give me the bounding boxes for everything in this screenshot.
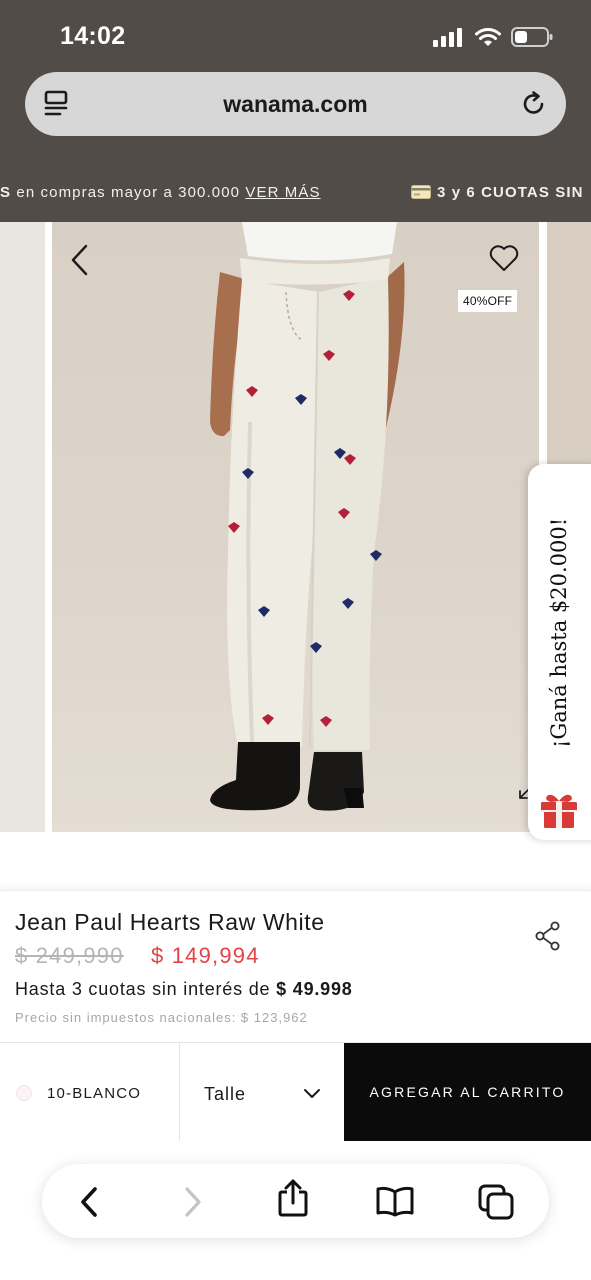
gift-icon[interactable] (538, 792, 580, 835)
side-promo-text[interactable]: ¡Ganá hasta $20.000! (547, 488, 577, 778)
chevron-left-icon[interactable] (70, 244, 90, 281)
back-icon[interactable] (69, 1182, 109, 1222)
installments-text: Hasta 3 cuotas sin interés de (15, 979, 277, 999)
battery-icon (511, 27, 553, 47)
status-icons (433, 26, 553, 48)
product-info: Jean Paul Hearts Raw White $ 249,990 $ 1… (0, 890, 591, 1042)
add-to-cart-button[interactable]: AGREGAR AL CARRITO (344, 1043, 591, 1141)
side-promo-tab[interactable]: ¡Ganá hasta $20.000! (528, 464, 591, 840)
status-time: 14:02 (60, 22, 126, 50)
installments-info: Hasta 3 cuotas sin interés de $ 49.998 (15, 979, 353, 1000)
promo-message: S en compras mayor a 300.000 VER MÁS (0, 184, 321, 201)
wifi-icon (475, 28, 501, 46)
share-icon[interactable] (273, 1178, 313, 1218)
address-bar[interactable]: wanama.com (25, 72, 566, 136)
promo-strip: S en compras mayor a 300.000 VER MÁS 3 y… (0, 182, 591, 208)
installments-amount: $ 49.998 (276, 979, 353, 999)
original-price: $ 249,990 (15, 943, 124, 968)
product-title: Jean Paul Hearts Raw White (15, 909, 325, 935)
browser-toolbar (42, 1164, 549, 1238)
size-label[interactable]: Talle (204, 1084, 246, 1105)
forward-icon[interactable] (173, 1182, 213, 1222)
discount-badge: 40%OFF (458, 290, 518, 312)
bookmarks-icon[interactable] (375, 1182, 415, 1222)
previous-image-peek[interactable] (0, 222, 45, 832)
chevron-down-icon[interactable] (303, 1087, 321, 1105)
product-image[interactable]: 40%OFF (52, 222, 539, 832)
color-label[interactable]: 10-BLANCO (47, 1085, 141, 1102)
purchase-bar: 10-BLANCO Talle AGREGAR AL CARRITO (0, 1042, 591, 1141)
product-photo (210, 222, 405, 811)
reload-icon[interactable] (520, 90, 548, 123)
heart-icon[interactable] (489, 244, 519, 277)
tabs-icon[interactable] (476, 1182, 516, 1222)
sale-price: $ 149,994 (151, 943, 260, 968)
promo-text: en compras mayor a 300.000 (11, 184, 246, 201)
browser-chrome: 14:02 wanama.com S en compras mayor a 30… (0, 0, 591, 222)
credit-card-icon (411, 185, 431, 203)
promo-more-link[interactable]: VER MÁS (245, 184, 320, 201)
share-icon[interactable] (535, 921, 561, 956)
promo-installments: 3 y 6 CUOTAS SIN (411, 184, 584, 203)
cellular-signal-icon (433, 28, 462, 47)
color-swatch[interactable] (16, 1085, 32, 1101)
promo-installments-text: 3 y 6 CUOTAS SIN (437, 184, 584, 201)
promo-lead: S (0, 184, 12, 201)
url-text[interactable]: wanama.com (25, 91, 566, 118)
tax-note: Precio sin impuestos nacionales: $ 123,9… (15, 1010, 308, 1025)
product-gallery[interactable]: 40%OFF (0, 222, 591, 832)
color-selector[interactable]: 10-BLANCO (0, 1043, 180, 1141)
size-select[interactable]: Talle (181, 1043, 344, 1141)
